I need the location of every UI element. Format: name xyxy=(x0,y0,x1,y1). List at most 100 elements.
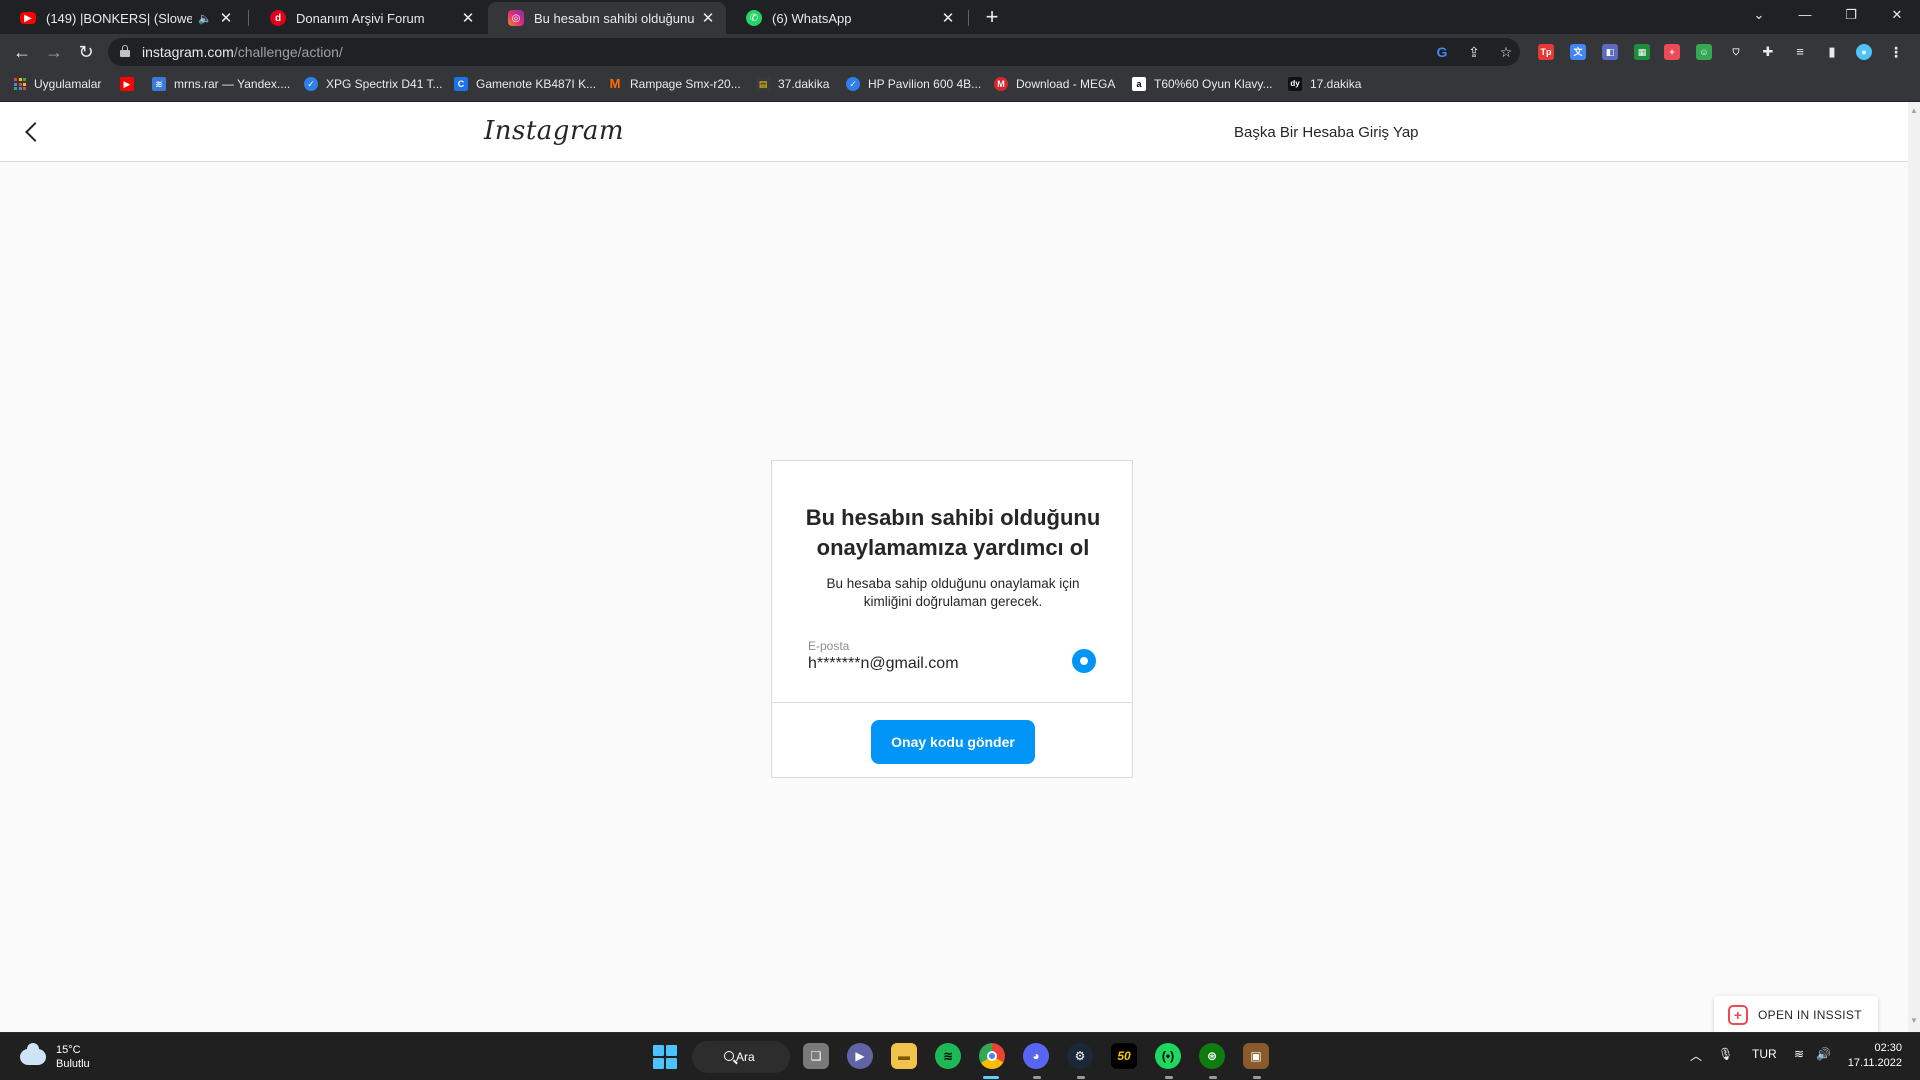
profile-avatar-icon[interactable]: ● xyxy=(1856,44,1872,60)
bookmark-label: T60%60 Oyun Klavy... xyxy=(1154,77,1273,91)
address-bar[interactable]: instagram.com/challenge/action/ G ⇪ ☆ xyxy=(108,38,1520,66)
tab-separator xyxy=(248,10,249,26)
google-lens-icon[interactable]: G xyxy=(1434,44,1450,60)
tab-whatsapp[interactable]: ✆ (6) WhatsApp ✕ xyxy=(726,2,966,34)
bookmark-xpg[interactable]: ✓ XPG Spectrix D41 T... xyxy=(304,77,443,91)
bookmark-37dakika[interactable]: ▤ 37.dakika xyxy=(756,77,829,91)
open-in-inssist-button[interactable]: + OPEN IN INSSIST xyxy=(1714,996,1878,1034)
url-text[interactable]: instagram.com/challenge/action/ xyxy=(142,44,343,60)
bookmark-amazon[interactable]: a T60%60 Oyun Klavy... xyxy=(1132,77,1273,91)
page-scrollbar[interactable]: ▲ ▼ xyxy=(1908,102,1920,1032)
bookmark-star-icon[interactable]: ☆ xyxy=(1498,44,1514,60)
lock-icon[interactable] xyxy=(120,45,130,57)
card-subtitle: Bu hesaba sahip olduğunu onaylamak için … xyxy=(826,576,1080,609)
wifi-icon[interactable]: ≋ xyxy=(1794,1047,1804,1061)
send-code-button[interactable]: Onay kodu gönder xyxy=(871,720,1035,764)
switch-account-link[interactable]: Başka Bir Hesaba Giriş Yap xyxy=(1234,124,1419,141)
bookmark-yandex[interactable]: ≋ mrns.rar — Yandex.... xyxy=(152,77,290,91)
apps-grid-icon xyxy=(14,78,26,90)
chrome-active-indicator xyxy=(983,1076,999,1079)
weather-condition: Bulutlu xyxy=(56,1058,90,1070)
file-explorer-icon[interactable]: ▬ xyxy=(891,1043,917,1069)
bookmark-label: Download - MEGA xyxy=(1016,77,1116,91)
green-extension-icon[interactable]: ☺ xyxy=(1696,44,1712,60)
email-option[interactable]: E-posta h*******n@gmail.com xyxy=(772,639,1132,703)
bookmark-hp-pavilion[interactable]: ✓ HP Pavilion 600 4B... xyxy=(846,77,981,91)
xbox-app-icon[interactable]: ⊛ xyxy=(1199,1043,1225,1069)
tab-instagram[interactable]: ◎ Bu hesabın sahibi olduğunu onay ✕ xyxy=(488,2,726,34)
tab-title: (6) WhatsApp xyxy=(772,10,852,26)
close-tab-icon[interactable]: ✕ xyxy=(700,9,716,27)
windows-taskbar: 15°C Bulutlu Ara ❏ ▶ ▬ ≋ ◕ ⚙ 50 (•) ⊛ ▣ … xyxy=(0,1032,1920,1080)
share-icon[interactable]: ⇪ xyxy=(1466,44,1482,60)
bookmark-17dakika[interactable]: dy 17.dakika xyxy=(1288,77,1361,91)
green-app-icon[interactable]: (•) xyxy=(1155,1043,1181,1069)
fifty-app-icon[interactable]: 50 xyxy=(1111,1043,1137,1069)
discord-icon[interactable]: ◕ xyxy=(1023,1043,1049,1069)
discord-running-indicator xyxy=(1033,1076,1041,1079)
spotify-icon[interactable]: ≋ xyxy=(935,1043,961,1069)
chrome-icon[interactable] xyxy=(979,1043,1005,1069)
clock-time: 02:30 xyxy=(1874,1042,1902,1054)
back-chevron-icon[interactable] xyxy=(22,118,46,146)
m-letter-icon: M xyxy=(609,76,621,91)
tab-strip: ▶ (149) |BONKERS| (Slowed) - Y 🔈 ✕ d Don… xyxy=(0,0,1920,34)
media-control-icon[interactable]: ≡ xyxy=(1792,44,1808,60)
bookmark-youtube[interactable]: ▶ xyxy=(120,77,142,91)
input-language[interactable]: TUR xyxy=(1752,1047,1777,1061)
side-panel-icon[interactable]: ▮ xyxy=(1824,44,1840,60)
minecraft-icon[interactable]: ▣ xyxy=(1243,1043,1269,1069)
teams-chat-icon[interactable]: ▶ xyxy=(847,1043,873,1069)
whatsapp-icon: ✆ xyxy=(746,10,762,26)
email-radio-button[interactable] xyxy=(1072,649,1096,673)
restore-button[interactable]: ❐ xyxy=(1828,0,1874,30)
inssist-label: OPEN IN INSSIST xyxy=(1758,1008,1862,1022)
close-tab-icon[interactable]: ✕ xyxy=(940,9,956,27)
email-option-label: E-posta xyxy=(808,639,850,653)
start-windows-icon[interactable] xyxy=(653,1045,677,1069)
bookmark-apps[interactable]: Uygulamalar xyxy=(14,77,101,91)
xbox-running-indicator xyxy=(1209,1076,1217,1079)
steam-icon[interactable]: ⚙ xyxy=(1067,1043,1093,1069)
tab-youtube[interactable]: ▶ (149) |BONKERS| (Slowed) - Y 🔈 ✕ xyxy=(0,2,244,34)
reload-icon[interactable]: ↻ xyxy=(72,38,100,66)
bookmark-rampage[interactable]: M Rampage Smx-r20... xyxy=(608,76,741,92)
tray-overflow-chevron-icon[interactable]: ︿ xyxy=(1690,1047,1702,1064)
tab-search-chevron-icon[interactable]: ⌄ xyxy=(1736,0,1782,30)
scroll-up-arrow-icon[interactable]: ▲ xyxy=(1910,106,1918,116)
shield-icon[interactable]: ⛉ xyxy=(1728,44,1744,60)
close-window-button[interactable]: ✕ xyxy=(1874,0,1920,30)
extension-badge-icon[interactable]: ◧ xyxy=(1602,44,1618,60)
weather-widget[interactable]: 15°C Bulutlu xyxy=(20,1043,90,1071)
translate-extension-icon[interactable]: 文 xyxy=(1570,44,1586,60)
bookmark-gamenote[interactable]: C Gamenote KB487I K... xyxy=(454,77,596,91)
back-arrow-icon[interactable]: ← xyxy=(8,38,36,66)
extensions-puzzle-icon[interactable]: ✚ xyxy=(1760,44,1776,60)
tab-donanim-arsivi[interactable]: d Donanım Arşivi Forum ✕ xyxy=(250,2,486,34)
close-tab-icon[interactable]: ✕ xyxy=(460,9,476,27)
tp-extension-icon[interactable]: Tp xyxy=(1538,44,1554,60)
inssist-extension-icon[interactable]: + xyxy=(1664,44,1680,60)
microphone-icon[interactable]: 🎙 xyxy=(1718,1047,1733,1061)
task-view-icon[interactable]: ❏ xyxy=(803,1043,829,1069)
browser-menu-icon[interactable]: ⋮ xyxy=(1888,44,1904,60)
bookmark-mega[interactable]: M Download - MEGA xyxy=(994,77,1115,91)
minimize-button[interactable]: — xyxy=(1782,0,1828,30)
volume-icon[interactable]: 🔊 xyxy=(1816,1047,1831,1061)
sheets-extension-icon[interactable]: ▦ xyxy=(1634,44,1650,60)
close-tab-icon[interactable]: ✕ xyxy=(218,9,234,27)
bookmarks-bar: Uygulamalar ▶ ≋ mrns.rar — Yandex.... ✓ … xyxy=(0,70,1920,102)
email-option-value: h*******n@gmail.com xyxy=(808,655,959,672)
scroll-down-arrow-icon[interactable]: ▼ xyxy=(1910,1016,1918,1026)
forward-arrow-icon[interactable]: → xyxy=(40,38,68,66)
steam-running-indicator xyxy=(1077,1076,1085,1079)
speaker-icon[interactable]: 🔈 xyxy=(198,12,212,25)
new-tab-button[interactable]: + xyxy=(978,4,1006,32)
clock-date: 17.11.2022 xyxy=(1847,1057,1902,1069)
bookmark-label: Gamenote KB487I K... xyxy=(476,77,597,91)
instagram-logo[interactable]: Instagram xyxy=(484,116,624,146)
taskbar-clock[interactable]: 02:30 17.11.2022 xyxy=(1836,1041,1902,1071)
taskbar-search[interactable]: Ara xyxy=(692,1041,790,1073)
c-letter-icon: C xyxy=(454,77,468,91)
dy-icon: dy xyxy=(1288,77,1302,91)
